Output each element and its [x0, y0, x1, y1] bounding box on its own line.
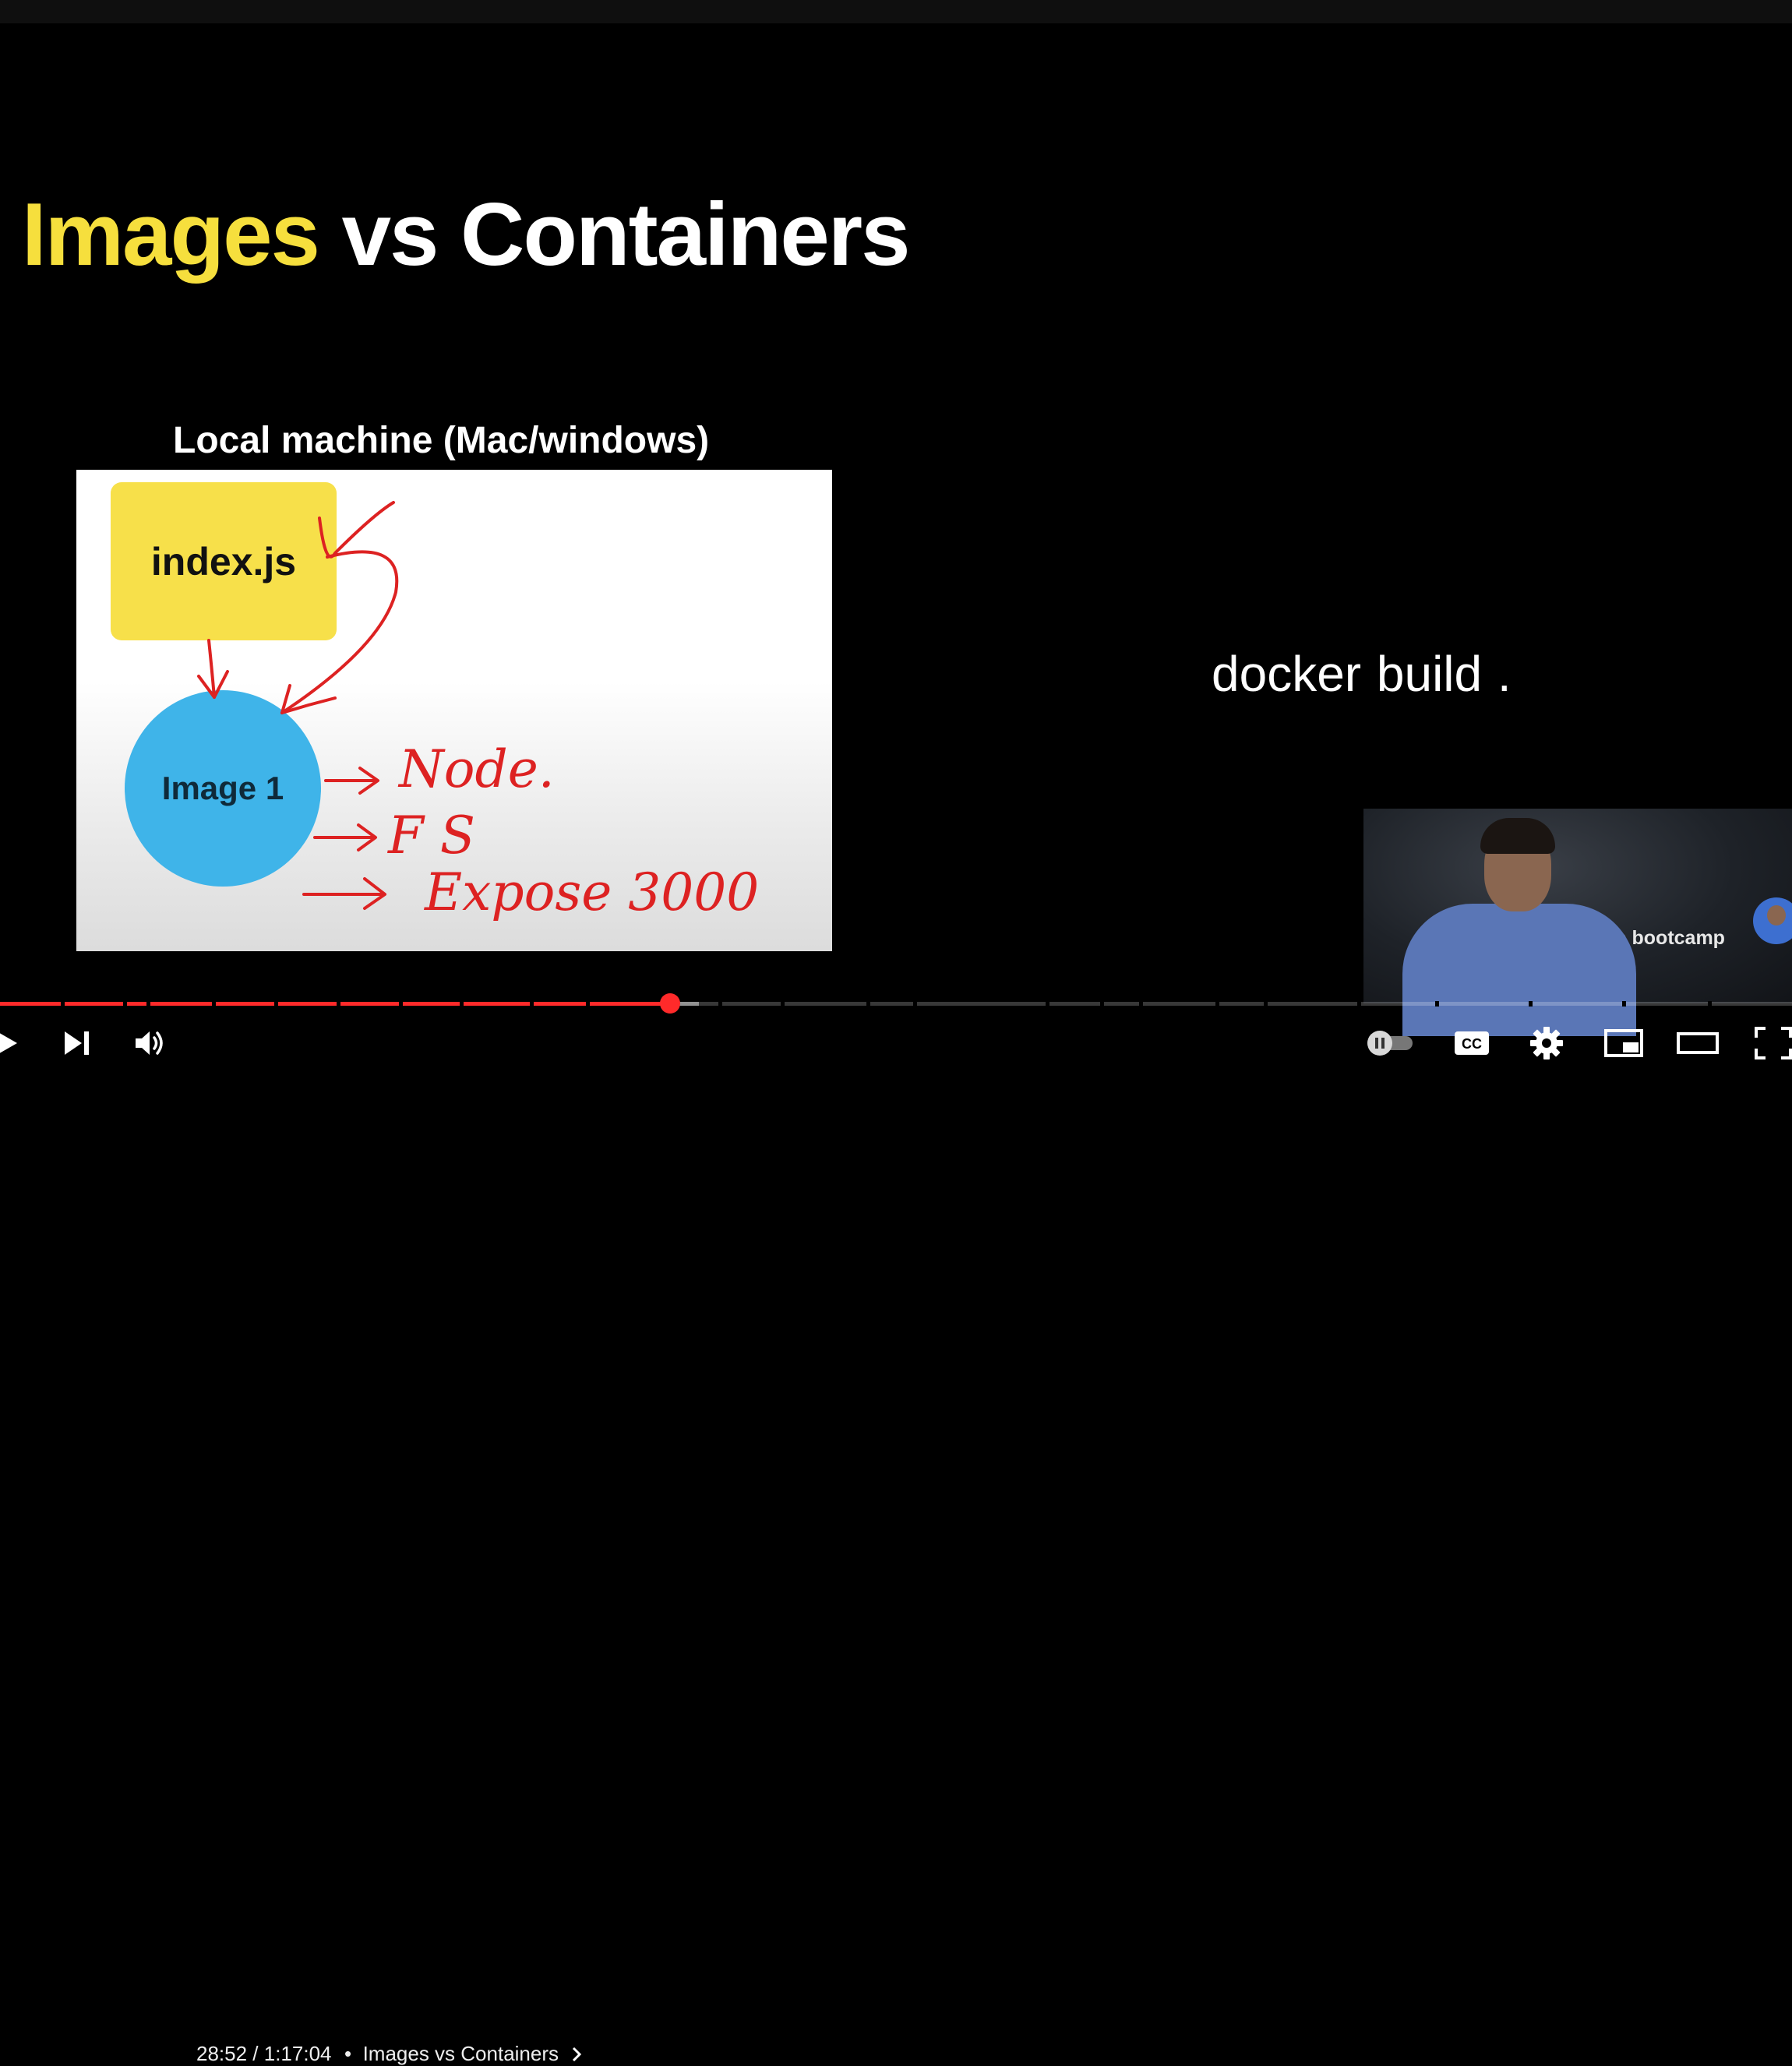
index-js-label: index.js	[150, 539, 297, 583]
theater-mode-button[interactable]	[1677, 1013, 1719, 1074]
chapter-marker	[146, 1001, 150, 1007]
captions-icon: CC	[1455, 1031, 1489, 1055]
chevron-right-icon	[573, 2047, 582, 2062]
volume-button[interactable]	[131, 1013, 170, 1074]
chapter-marker	[586, 1001, 590, 1007]
captions-button[interactable]: CC	[1454, 1013, 1490, 1074]
play-button[interactable]	[0, 1013, 20, 1074]
fullscreen-button[interactable]	[1755, 1013, 1792, 1074]
chapter-marker	[781, 1001, 785, 1007]
miniplayer-button[interactable]	[1603, 1013, 1644, 1074]
autoplay-toggle-icon	[1367, 1031, 1413, 1056]
chapter-marker	[866, 1001, 870, 1007]
current-time: 28:52	[196, 2042, 248, 2065]
browser-top-bar	[0, 0, 1792, 23]
volume-icon	[136, 1031, 163, 1055]
progress-scrubber[interactable]	[660, 993, 681, 1014]
chapter-marker	[460, 1001, 464, 1007]
docker-build-command: docker build .	[1212, 646, 1512, 702]
chapter-marker	[212, 1001, 216, 1007]
chapter-marker	[61, 1001, 65, 1007]
slide-title: Images vs Containers	[22, 184, 911, 286]
chapter-marker	[337, 1001, 340, 1007]
chapter-bullet: •	[344, 2042, 352, 2065]
captions-label: CC	[1462, 1036, 1482, 1052]
chapter-marker	[1622, 1001, 1626, 1007]
time-display: 28:52 / 1:17:04	[196, 2042, 332, 2066]
chapter-marker	[718, 1001, 722, 1007]
chapter-marker	[274, 1001, 278, 1007]
slide-title-highlight: Images	[22, 185, 320, 284]
next-button[interactable]	[61, 1013, 93, 1074]
chapter-marker	[1215, 1001, 1219, 1007]
chapter-marker	[1264, 1001, 1268, 1007]
fullscreen-icon	[1755, 1027, 1792, 1059]
chapter-marker	[1435, 1001, 1439, 1007]
next-icon	[65, 1031, 89, 1055]
play-icon	[0, 1033, 17, 1053]
chapter-button[interactable]: • Images vs Containers	[344, 2042, 584, 2066]
autoplay-toggle[interactable]	[1363, 1013, 1416, 1074]
chapter-marker	[1357, 1001, 1361, 1007]
presenter-hair	[1480, 818, 1555, 854]
progress-played	[0, 1002, 671, 1006]
chapter-title: Images vs Containers	[362, 2042, 559, 2065]
chapter-marker	[1100, 1001, 1104, 1007]
chapter-marker	[1529, 1001, 1533, 1007]
theater-icon	[1677, 1032, 1719, 1054]
chapter-marker	[530, 1001, 534, 1007]
progress-bar[interactable]	[0, 993, 1792, 1014]
chapter-marker	[1708, 1001, 1712, 1007]
chapter-marker	[913, 1001, 917, 1007]
local-machine-label: Local machine (Mac/windows)	[173, 420, 710, 461]
settings-button[interactable]	[1529, 1013, 1564, 1074]
image-1-label: Image 1	[161, 770, 284, 806]
chapter-marker	[399, 1001, 403, 1007]
slide-title-rest: vs Containers	[341, 185, 911, 284]
chapter-marker	[123, 1001, 127, 1007]
time-separator: /	[247, 2042, 264, 2065]
duration: 1:17:04	[263, 2042, 332, 2065]
player-controls: 28:52 / 1:17:04 • Images vs Containers C…	[0, 1013, 1792, 2065]
chapter-marker	[1046, 1001, 1049, 1007]
chapter-marker	[1139, 1001, 1143, 1007]
settings-icon	[1530, 1027, 1563, 1059]
miniplayer-icon	[1604, 1029, 1643, 1057]
